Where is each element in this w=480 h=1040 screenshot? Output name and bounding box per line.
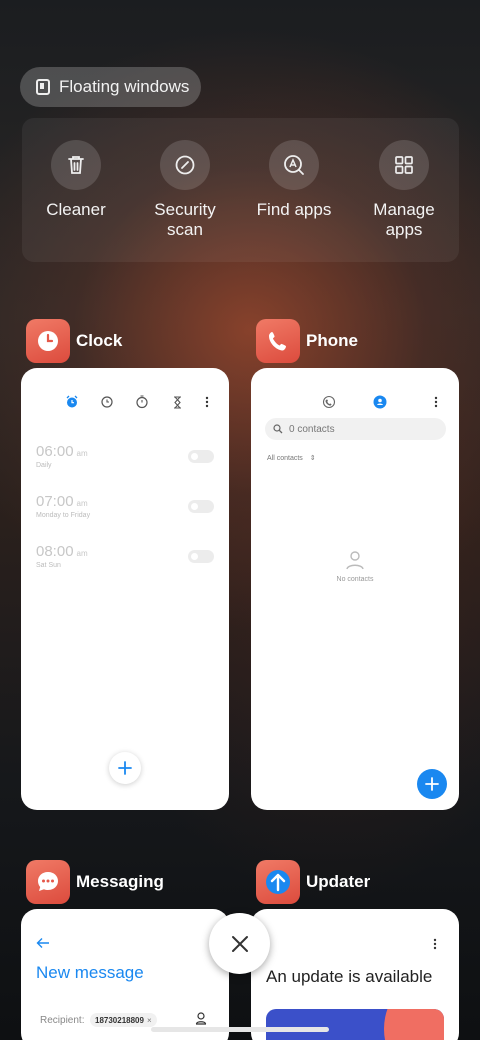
world-clock-tab-icon [101,396,113,408]
security-scan-label-line2: scan [167,220,203,239]
phone-app-card[interactable]: 0 contacts All contacts ⇕ No contacts [251,368,459,810]
alarm-item[interactable]: 08:00 am Sat Sun [36,543,88,569]
alarm-repeat: Daily [36,462,52,469]
updater-app-name: Updater [306,872,371,891]
update-available-title: An update is available [266,967,433,986]
alarm-ampm: am [76,449,88,458]
floating-windows-button[interactable]: Floating windows [20,67,201,107]
find-apps-icon [269,140,319,190]
messaging-app-header[interactable]: Messaging [26,860,164,904]
phone-app-header[interactable]: Phone [256,319,358,363]
plus-icon [118,761,132,775]
floating-windows-label: Floating windows [59,77,190,96]
alarm-time: 08:00 [36,543,74,560]
contacts-filter-dropdown[interactable]: All contacts ⇕ [267,454,316,462]
contact-picker-icon[interactable] [195,1012,207,1026]
clock-icon [26,319,70,363]
alarm-tab-icon [66,395,78,408]
clock-app-header[interactable]: Clock [26,319,122,363]
alarm-ampm: am [76,549,88,558]
recents-tab-icon [322,395,336,409]
alarm-toggle[interactable] [188,500,214,513]
contacts-tab-icon [373,395,387,409]
stopwatch-tab-icon [136,395,148,409]
alarm-repeat: Sat Sun [36,562,61,569]
messaging-app-name: Messaging [76,872,164,891]
contacts-search-placeholder: 0 contacts [289,423,335,435]
clock-app-name: Clock [76,331,123,350]
alarm-time: 07:00 [36,493,74,510]
messaging-icon [26,860,70,904]
clock-app-card[interactable]: 06:00 am Daily 07:00 am Monday to Friday 0… [21,368,229,810]
clock-tabs [66,395,209,409]
security-scan-button[interactable]: Security scan [130,140,240,240]
alarm-repeat: Monday to Friday [36,512,91,519]
alarm-ampm: am [76,499,88,508]
search-icon [273,424,283,434]
manage-apps-label-line2: apps [385,220,423,239]
alarm-item[interactable]: 06:00 am Daily [36,443,88,469]
sort-icon: ⇕ [309,455,316,462]
manage-apps-button[interactable]: Manage apps [349,140,459,240]
close-icon [231,935,248,952]
more-icon [205,396,209,408]
cleaner-button[interactable]: Cleaner [21,140,131,220]
alarm-time: 06:00 [36,443,74,460]
contacts-search-input[interactable]: 0 contacts [265,418,446,440]
new-message-title: New message [36,963,144,982]
phone-tabs [322,395,438,409]
quick-tools-panel: Cleaner Security scan Find apps Manage a… [22,118,459,262]
recipient-chip[interactable]: 18730218809 × [90,1013,157,1027]
updater-app-header[interactable]: Updater [256,860,370,904]
alarm-toggle[interactable] [188,550,214,563]
cleaner-label: Cleaner [46,200,106,219]
floating-window-icon [36,79,50,95]
clear-all-button[interactable] [209,913,270,974]
security-scan-label-line1: Security [154,200,216,219]
phone-icon [256,319,300,363]
person-icon [346,551,364,570]
grid-icon [379,140,429,190]
contacts-filter-label: All contacts [267,455,303,462]
security-scan-icon [160,140,210,190]
timer-tab-icon [174,396,181,409]
more-icon [434,396,438,408]
chip-remove-icon[interactable]: × [147,1016,152,1025]
home-indicator[interactable] [151,1027,329,1032]
recipient-number: 18730218809 [95,1015,144,1025]
alarm-item[interactable]: 07:00 am Monday to Friday [36,493,90,519]
phone-app-name: Phone [306,331,358,350]
back-arrow-icon[interactable] [36,937,50,949]
add-alarm-button[interactable] [109,752,141,784]
find-apps-button[interactable]: Find apps [239,140,349,220]
messaging-app-card[interactable]: New message Recipient: 18730218809 × [21,909,229,1040]
find-apps-label: Find apps [256,200,332,219]
updater-icon [256,860,300,904]
trash-icon [51,140,101,190]
manage-apps-label-line1: Manage [373,200,435,219]
more-icon[interactable] [433,938,437,950]
plus-icon [425,777,439,791]
updater-app-card[interactable]: An update is available [251,909,459,1040]
add-contact-button[interactable] [417,769,447,799]
recipient-label: Recipient: [40,1015,85,1026]
alarm-toggle[interactable] [188,450,214,463]
no-contacts-label: No contacts [336,576,374,583]
update-banner-image [266,1009,444,1040]
